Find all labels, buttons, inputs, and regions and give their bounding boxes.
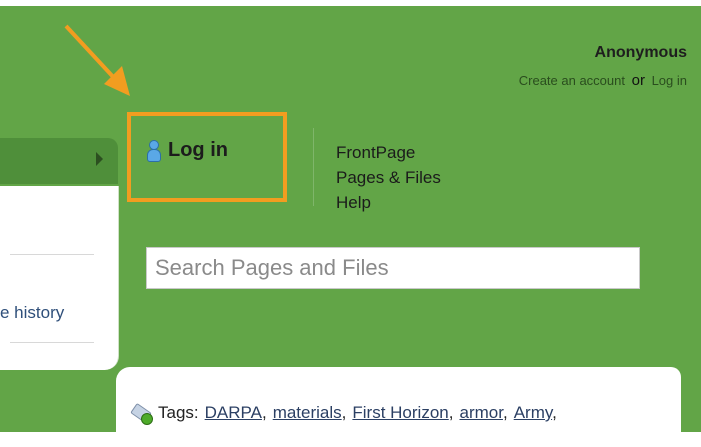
login-button[interactable]: Log in [146,139,228,162]
vertical-divider [313,128,314,206]
tag-add-icon[interactable] [130,402,153,425]
tags-row: Tags: DARPA, materials, First Horizon, a… [130,402,557,425]
search-input[interactable] [146,247,640,289]
nav-item-frontpage[interactable]: FrontPage [336,140,441,165]
sidebar-divider [10,254,94,255]
login-button-label: Log in [168,139,228,161]
tag-link[interactable]: armor [459,403,502,422]
tag-link[interactable]: DARPA [205,403,262,422]
nav-item-pages-files[interactable]: Pages & Files [336,165,441,190]
tag-link[interactable]: materials [273,403,342,422]
top-strip [0,0,701,6]
create-account-link[interactable]: Create an account [519,73,625,88]
sidebar-divider [10,342,94,343]
person-icon [146,139,161,162]
or-text: or [631,72,645,89]
nav-menu: FrontPage Pages & Files Help [336,140,441,215]
login-link[interactable]: Log in [652,73,687,88]
page-history-link[interactable]: e history [0,303,64,323]
chevron-right-icon[interactable] [96,152,103,166]
tag-link[interactable]: Army [514,403,552,422]
tags-label: Tags: [158,403,199,422]
nav-item-help[interactable]: Help [336,190,441,215]
tag-link[interactable]: First Horizon [352,403,448,422]
account-links: Create an account or Log in [519,72,687,89]
user-name: Anonymous [594,44,687,61]
annotation-arrow [64,24,130,96]
